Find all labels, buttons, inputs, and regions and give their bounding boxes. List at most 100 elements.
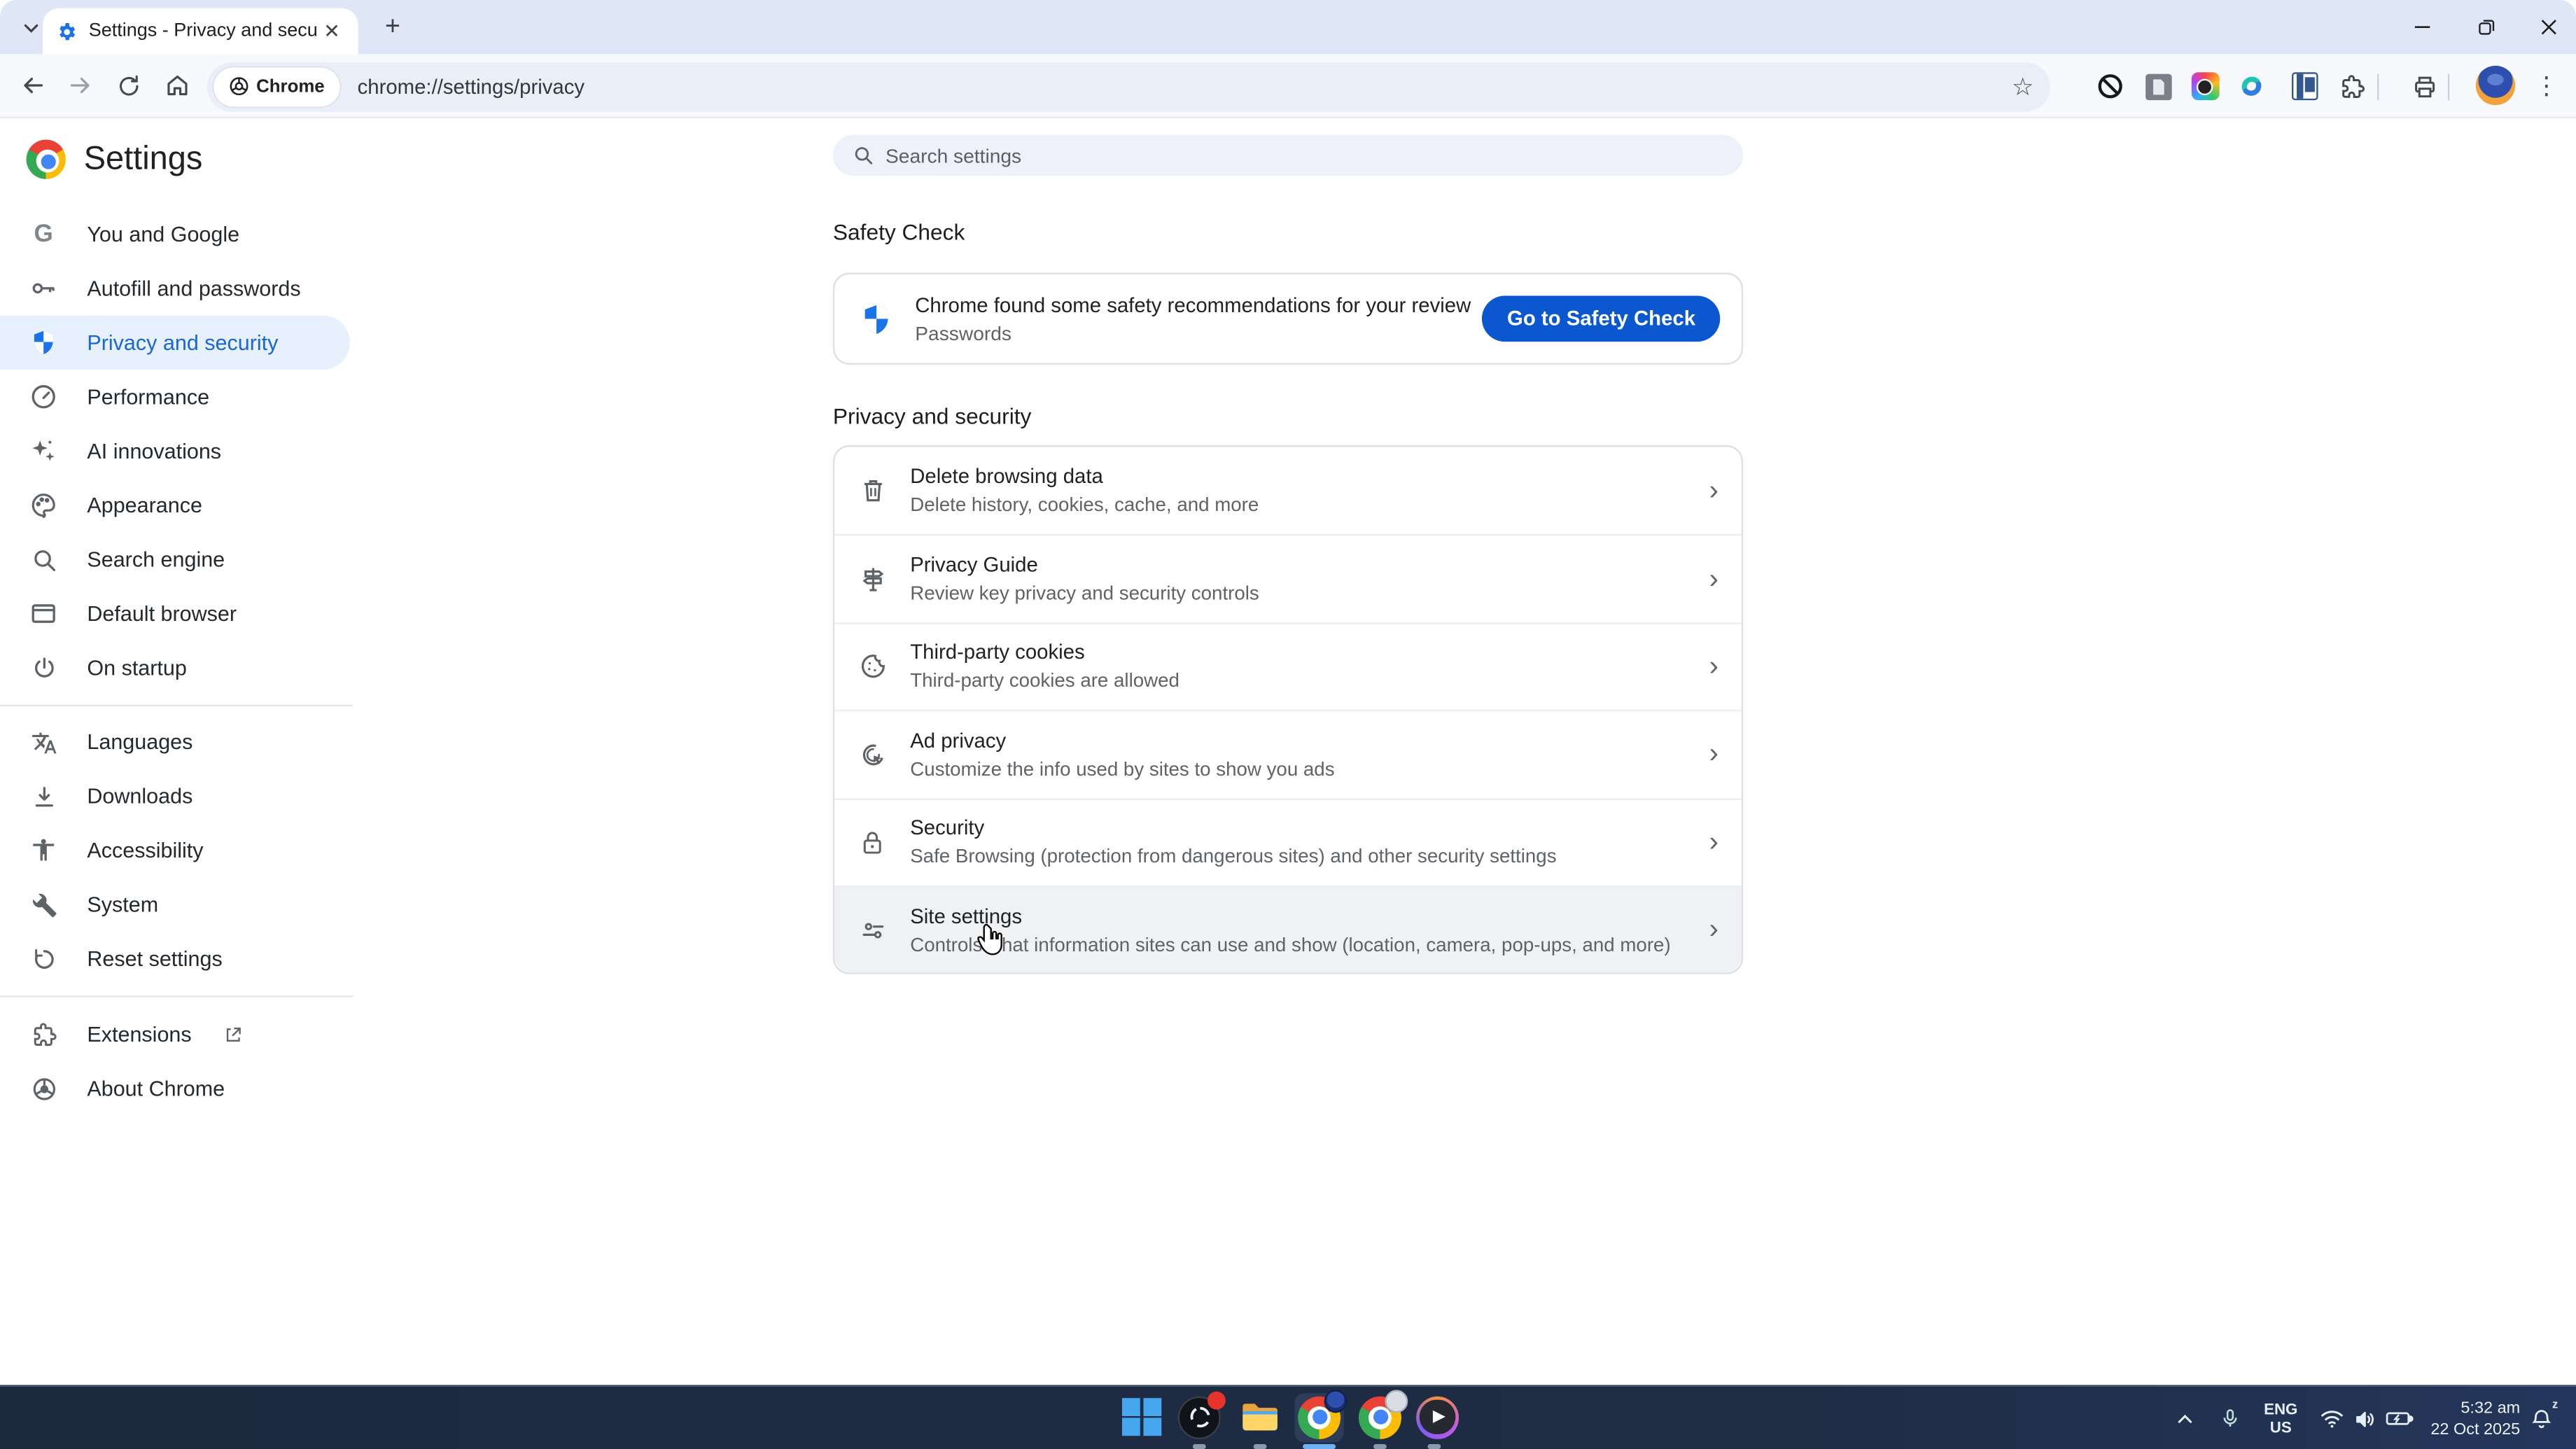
sidebar-item-system[interactable]: System [0, 877, 350, 931]
sidebar-item-about-chrome[interactable]: About Chrome [0, 1061, 350, 1115]
tray-volume-icon[interactable] [2353, 1387, 2377, 1449]
tray-wifi-icon[interactable] [2320, 1387, 2344, 1449]
obs-icon[interactable] [1175, 1390, 1226, 1441]
url-text[interactable]: chrome://settings/privacy [358, 75, 2012, 98]
chrome-taskbar-icon-active[interactable] [1294, 1389, 1348, 1442]
sidebar-item-performance[interactable]: Performance [0, 370, 350, 424]
sidebar-item-languages[interactable]: Languages [0, 715, 350, 769]
browser-tab[interactable]: Settings - Privacy and security ✕ [43, 8, 358, 55]
sidebar-item-autofill[interactable]: Autofill and passwords [0, 261, 350, 315]
media-player-icon[interactable]: ▶ [1413, 1392, 1462, 1441]
tray-date: 22 Oct 2025 [2430, 1420, 2521, 1438]
safety-check-message: Chrome found some safety recommendations… [915, 293, 1471, 316]
speedometer-icon [28, 381, 59, 412]
browser-menu-kebab-icon[interactable]: ⋮ [2527, 66, 2566, 105]
privacy-heading: Privacy and security [832, 404, 1032, 429]
mouse-cursor [976, 923, 1004, 956]
sidebar-item-extensions[interactable]: Extensions [0, 1007, 350, 1061]
accessibility-icon [28, 834, 59, 866]
sidebar-item-search-engine[interactable]: Search engine [0, 532, 350, 586]
privacy-settings-list: Delete browsing data Delete history, coo… [832, 445, 1744, 975]
chrome-taskbar-icon-second[interactable] [1355, 1389, 1408, 1441]
row-site-settings[interactable]: Site settings Controls what information … [834, 885, 1742, 974]
tray-language-indicator[interactable]: ENG US [2264, 1387, 2306, 1449]
tray-battery-icon[interactable] [2386, 1387, 2414, 1449]
sidebar-header: Settings [26, 139, 202, 179]
swirl-extension-icon[interactable] [2232, 68, 2269, 104]
taskbar-indicator [1373, 1443, 1387, 1448]
settings-search[interactable]: Search settings [832, 134, 1744, 176]
tray-microphone-icon[interactable] [2220, 1387, 2241, 1449]
forward-icon[interactable] [61, 66, 100, 105]
settings-sidebar: Settings G You and Google Autofill and p… [0, 118, 354, 1385]
row-ad-privacy[interactable]: Ad privacy Customize the info used by si… [834, 710, 1742, 797]
reload-icon[interactable] [108, 66, 148, 105]
profile-badge-light [1385, 1389, 1408, 1413]
row-security[interactable]: Security Safe Browsing (protection from … [834, 797, 1742, 886]
chevron-right-icon: › [1709, 738, 1718, 770]
recording-badge [1208, 1390, 1226, 1409]
safety-shield-icon [859, 302, 893, 336]
magnifier-icon [28, 544, 59, 575]
toolbar-separator [2447, 73, 2450, 99]
file-explorer-icon[interactable] [1236, 1392, 1284, 1441]
print-icon[interactable] [2407, 68, 2443, 104]
document-extension-icon[interactable] [2141, 68, 2177, 104]
sidebar-item-ai-innovations[interactable]: AI innovations [0, 424, 350, 478]
row-third-party-cookies[interactable]: Third-party cookies Third-party cookies … [834, 622, 1742, 710]
sidebar-item-appearance[interactable]: Appearance [0, 478, 350, 532]
sparkle-icon [28, 435, 59, 467]
blocker-extension-icon[interactable] [2092, 68, 2128, 104]
tray-clock[interactable]: 5:32 am 22 Oct 2025 [2418, 1387, 2521, 1449]
reset-icon [28, 943, 59, 974]
taskbar-indicator-active [1303, 1443, 1336, 1448]
trash-icon [854, 472, 890, 509]
window-close-button[interactable] [2527, 5, 2570, 48]
window-restore-button[interactable] [2464, 5, 2507, 48]
address-bar[interactable]: Chrome chrome://settings/privacy ☆ [206, 62, 2050, 111]
sidebar-item-on-startup[interactable]: On startup [0, 640, 350, 694]
sidebar-divider [0, 995, 354, 997]
safety-check-heading: Safety Check [832, 220, 965, 245]
bookmark-star-icon[interactable]: ☆ [2012, 71, 2034, 101]
sidebar-item-default-browser[interactable]: Default browser [0, 587, 350, 640]
tray-chevron-up-icon[interactable] [2175, 1387, 2194, 1449]
sidebar-item-reset-settings[interactable]: Reset settings [0, 932, 350, 986]
external-link-icon [223, 1024, 242, 1044]
power-icon [28, 652, 59, 684]
tab-close-icon[interactable]: ✕ [318, 20, 345, 43]
tab-title: Settings - Privacy and security [88, 21, 319, 41]
ad-privacy-icon [854, 736, 890, 773]
chevron-right-icon: › [1709, 563, 1718, 594]
extensions-puzzle-icon[interactable] [2334, 68, 2371, 104]
camera-extension-icon[interactable] [2187, 68, 2223, 104]
chevron-right-icon: › [1709, 913, 1718, 945]
sidebar-item-accessibility[interactable]: Accessibility [0, 823, 350, 877]
start-button[interactable] [1117, 1392, 1166, 1441]
sidebar-item-privacy-security[interactable]: Privacy and security [0, 315, 350, 370]
notebook-extension-icon[interactable] [2287, 68, 2323, 104]
row-delete-browsing-data[interactable]: Delete browsing data Delete history, coo… [834, 447, 1742, 534]
chrome-logo-icon [26, 139, 66, 179]
chevron-right-icon: › [1709, 825, 1718, 858]
search-icon [853, 145, 874, 167]
home-icon[interactable] [158, 66, 197, 105]
sidebar-divider [0, 704, 354, 707]
browser-window-icon [28, 598, 59, 629]
search-placeholder: Search settings [886, 144, 1022, 167]
safety-check-detail: Passwords [915, 321, 1011, 344]
row-privacy-guide[interactable]: Privacy Guide Review key privacy and sec… [834, 534, 1742, 622]
go-to-safety-check-button[interactable]: Go to Safety Check [1482, 295, 1721, 342]
tray-notification-bell-icon[interactable]: z [2530, 1387, 2558, 1449]
tab-strip: Settings - Privacy and security ✕ + [0, 0, 2576, 55]
tune-icon [854, 912, 890, 948]
site-chip[interactable]: Chrome [214, 66, 340, 106]
sidebar-item-downloads[interactable]: Downloads [0, 769, 350, 822]
new-tab-button[interactable]: + [371, 6, 414, 49]
site-chip-label: Chrome [256, 76, 325, 97]
taskbar-indicator [1253, 1443, 1267, 1448]
profile-avatar[interactable] [2475, 65, 2516, 106]
sidebar-item-you-and-google[interactable]: G You and Google [0, 207, 350, 261]
window-minimize-button[interactable] [2400, 5, 2443, 48]
back-icon[interactable] [13, 66, 52, 105]
